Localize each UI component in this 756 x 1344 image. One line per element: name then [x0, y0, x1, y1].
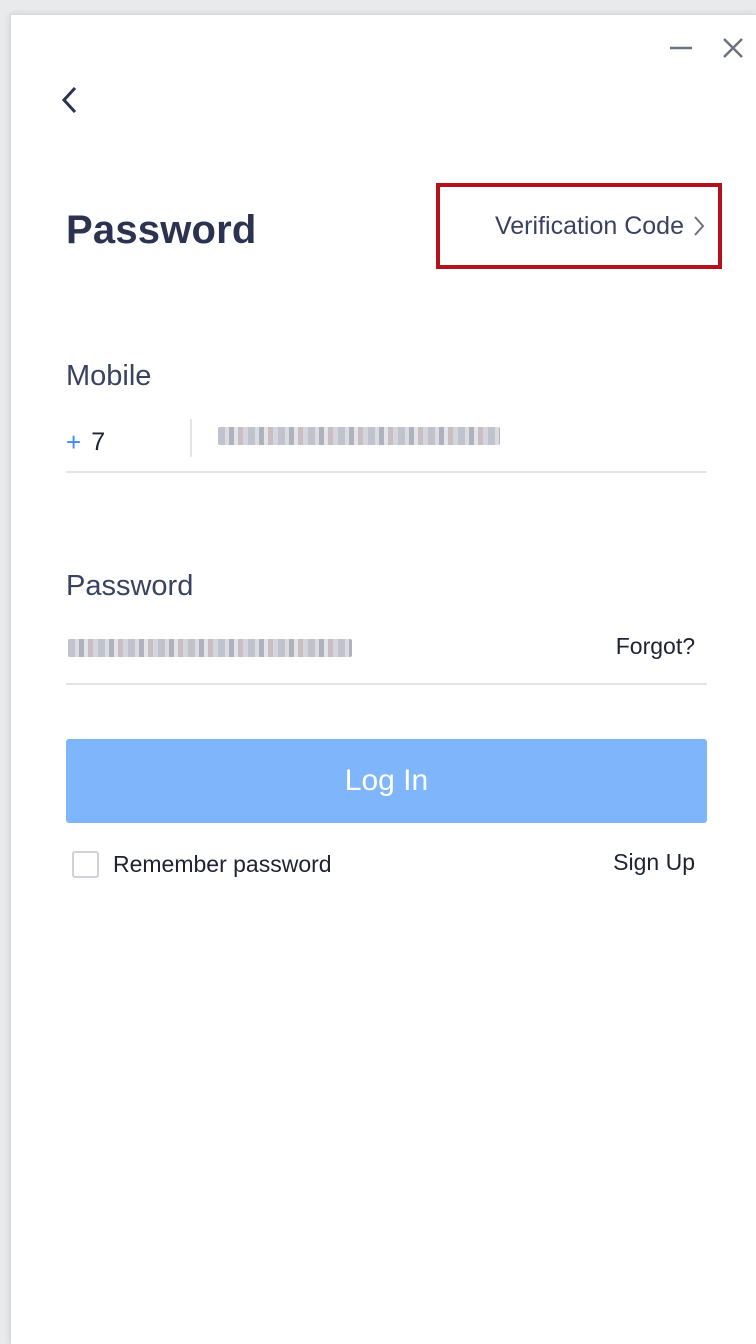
mobile-field-row: + 7	[66, 419, 707, 473]
remember-password-checkbox[interactable]	[72, 851, 99, 878]
field-divider	[190, 419, 192, 457]
country-code-plus: +	[66, 427, 82, 457]
password-field-row: Forgot?	[66, 631, 707, 685]
chevron-left-icon	[61, 86, 77, 114]
chevron-right-icon	[694, 216, 705, 236]
password-input[interactable]	[68, 639, 352, 657]
close-button[interactable]	[718, 33, 748, 63]
minimize-button[interactable]	[666, 33, 696, 63]
back-button[interactable]	[55, 83, 85, 117]
page-title: Password	[66, 208, 257, 252]
login-button[interactable]: Log In	[66, 739, 707, 823]
remember-password-label: Remember password	[113, 851, 332, 877]
verification-code-switch[interactable]: Verification Code	[436, 183, 722, 269]
password-label: Password	[66, 570, 194, 602]
mobile-label: Mobile	[66, 360, 152, 392]
country-code-selector[interactable]: + 7	[66, 427, 105, 458]
mobile-input[interactable]	[218, 427, 500, 445]
sign-up-link[interactable]: Sign Up	[613, 849, 695, 876]
verification-code-label: Verification Code	[494, 211, 684, 240]
remember-password-toggle[interactable]: Remember password	[72, 851, 332, 878]
forgot-password-link[interactable]: Forgot?	[616, 633, 695, 660]
close-icon	[723, 38, 743, 58]
login-window: Password Verification Code Mobile + 7 Pa…	[10, 14, 756, 1344]
country-code-value: 7	[91, 428, 106, 456]
minimize-icon	[670, 46, 692, 50]
window-controls	[666, 33, 748, 63]
